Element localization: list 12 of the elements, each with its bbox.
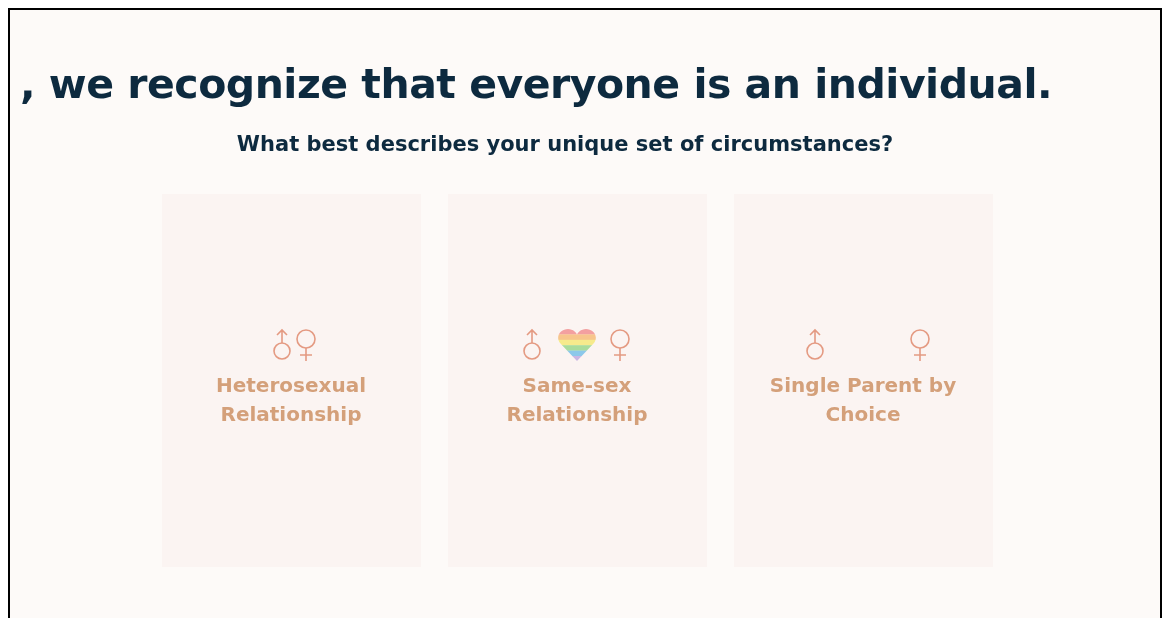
male-symbol-icon	[273, 328, 291, 360]
rainbow-heart-icon	[558, 329, 596, 361]
female-symbol-icon	[296, 329, 316, 362]
question-text: What best describes your unique set of circumstances?	[236, 132, 894, 156]
option-card[interactable]: Single Parent by Choice	[733, 194, 993, 567]
male-symbol-icon	[523, 328, 541, 360]
option-card[interactable]: Heterosexual Relationship	[161, 194, 421, 567]
page-heading: , we recognize that everyone is an individual.	[20, 60, 1052, 108]
option-card[interactable]: Same-sex Relationship	[447, 194, 707, 567]
female-symbol-icon	[610, 329, 630, 362]
male-symbol-icon	[806, 328, 824, 360]
female-symbol-icon	[910, 329, 930, 362]
